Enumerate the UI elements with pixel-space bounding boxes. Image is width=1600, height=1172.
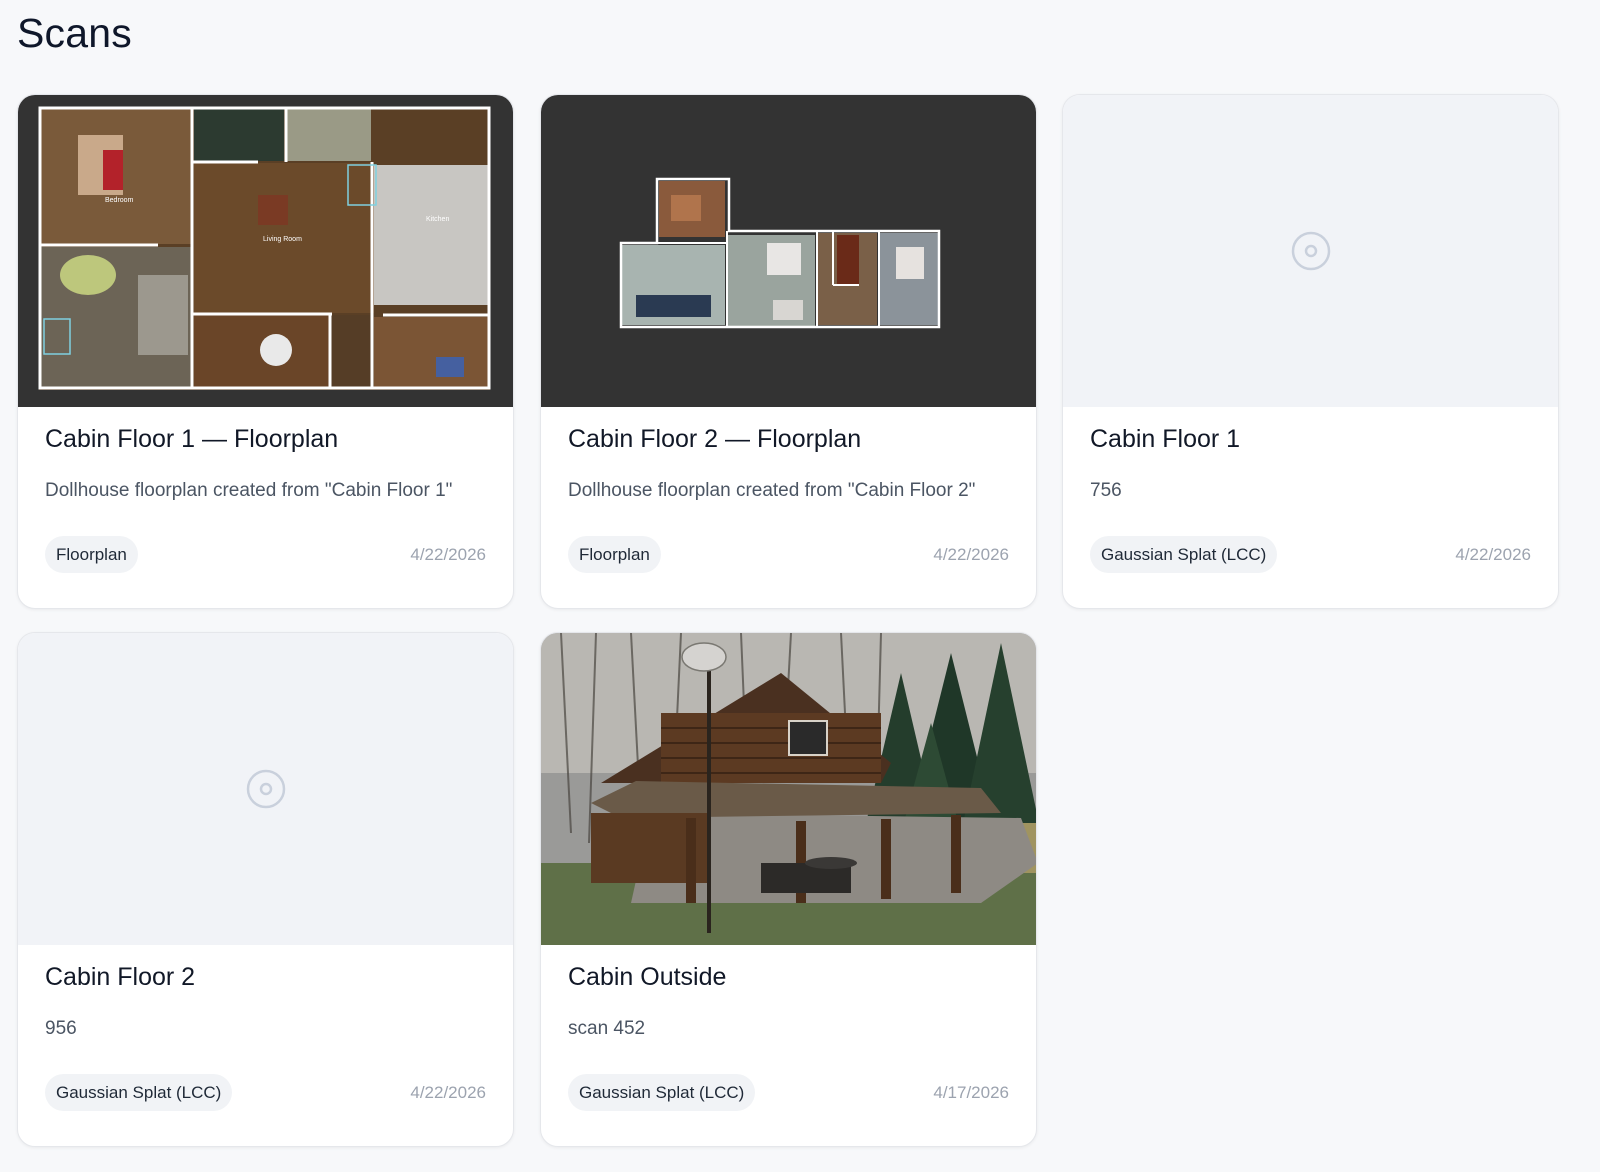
type-badge: Floorplan bbox=[45, 536, 138, 573]
floorplan-image bbox=[619, 177, 941, 329]
svg-text:Kitchen: Kitchen bbox=[426, 216, 449, 223]
type-badge: Gaussian Splat (LCC) bbox=[1090, 536, 1278, 573]
card-date: 4/22/2026 bbox=[410, 545, 486, 564]
empty-thumbnail bbox=[1063, 95, 1558, 407]
card-title: Cabin Floor 2 — Floorplan bbox=[568, 425, 862, 453]
type-badge: Gaussian Splat (LCC) bbox=[568, 1074, 756, 1111]
floorplan-thumbnail: Bedroom Living Room Kitchen bbox=[18, 95, 513, 407]
floorplan-image: Bedroom Living Room Kitchen bbox=[38, 106, 491, 390]
card-description: Dollhouse floorplan created from "Cabin … bbox=[568, 480, 976, 501]
empty-thumbnail bbox=[18, 633, 513, 945]
card-description: 756 bbox=[1090, 480, 1122, 501]
card-description: 956 bbox=[45, 1018, 77, 1039]
scan-card-cabin-floor-2-floorplan[interactable]: Cabin Floor 2 — Floorplan Dollhouse floo… bbox=[540, 94, 1037, 609]
card-description: Dollhouse floorplan created from "Cabin … bbox=[45, 480, 453, 501]
card-date: 4/22/2026 bbox=[410, 1083, 486, 1102]
card-title: Cabin Floor 1 bbox=[1090, 425, 1241, 453]
svg-text:Living Room: Living Room bbox=[263, 236, 302, 243]
scan-card-cabin-floor-2[interactable]: Cabin Floor 2 956 Gaussian Splat (LCC) 4… bbox=[17, 632, 514, 1147]
card-date: 4/22/2026 bbox=[1455, 545, 1531, 564]
scan-placeholder-icon bbox=[246, 769, 285, 809]
scan-card-cabin-floor-1[interactable]: Cabin Floor 1 756 Gaussian Splat (LCC) 4… bbox=[1062, 94, 1559, 609]
photo-thumbnail bbox=[541, 633, 1036, 945]
scan-card-cabin-floor-1-floorplan[interactable]: Bedroom Living Room Kitchen Cabin Floor … bbox=[17, 94, 514, 609]
cabin-photo bbox=[541, 633, 1036, 945]
scan-placeholder-icon bbox=[1291, 231, 1330, 271]
card-date: 4/17/2026 bbox=[933, 1083, 1009, 1102]
card-date: 4/22/2026 bbox=[933, 545, 1009, 564]
type-badge: Floorplan bbox=[568, 536, 661, 573]
card-title: Cabin Floor 2 bbox=[45, 963, 196, 991]
svg-text:Bedroom: Bedroom bbox=[105, 197, 134, 204]
card-title: Cabin Floor 1 — Floorplan bbox=[45, 425, 339, 453]
type-badge: Gaussian Splat (LCC) bbox=[45, 1074, 233, 1111]
scan-card-cabin-outside[interactable]: Cabin Outside scan 452 Gaussian Splat (L… bbox=[540, 632, 1037, 1147]
card-title: Cabin Outside bbox=[568, 963, 727, 991]
floorplan-thumbnail bbox=[541, 95, 1036, 407]
card-description: scan 452 bbox=[568, 1018, 646, 1039]
scan-grid: Bedroom Living Room Kitchen Cabin Floor … bbox=[0, 0, 1600, 1172]
